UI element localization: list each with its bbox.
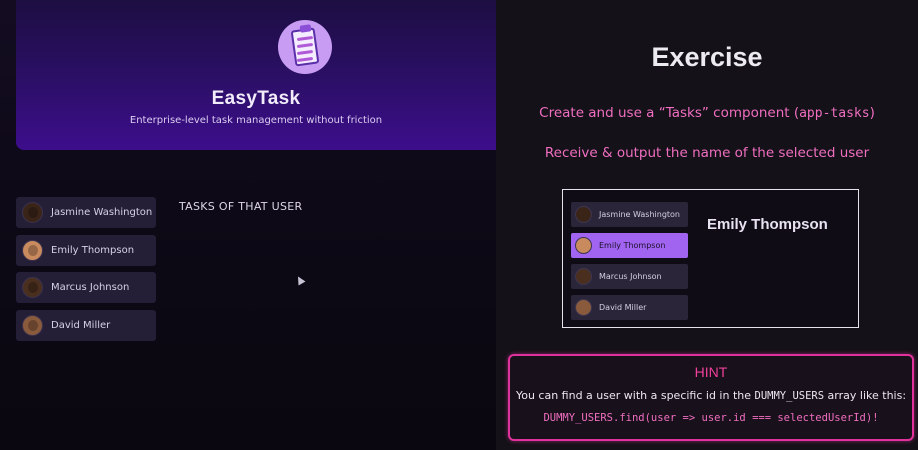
preview-selected-user-name: Emily Thompson <box>707 216 828 233</box>
hint-text: You can find a user with a specific id i… <box>510 389 912 402</box>
tasks-heading: TASKS OF THAT USER <box>179 200 303 213</box>
app-header: EasyTask Enterprise-level task managemen… <box>16 0 496 150</box>
users-list: Jasmine Washington Emily Thompson Marcus… <box>16 197 156 347</box>
expected-result-preview: Jasmine Washington Emily Thompson Marcus… <box>562 189 859 328</box>
user-avatar <box>22 202 43 223</box>
instruction-text: ) <box>869 105 875 121</box>
exercise-instruction-1: Create and use a “Tasks” component (app-… <box>496 105 918 121</box>
user-name: David Miller <box>51 319 111 331</box>
user-avatar <box>575 268 592 285</box>
user-name: Jasmine Washington <box>51 207 153 218</box>
hint-text-part: You can find a user with a specific id i… <box>515 389 755 402</box>
hint-box: HINT You can find a user with a specific… <box>508 354 914 441</box>
preview-user-name: David Miller <box>599 303 647 312</box>
user-name: Marcus Johnson <box>51 282 130 293</box>
user-avatar <box>22 314 43 336</box>
user-name: Emily Thompson <box>51 244 135 256</box>
hint-title: HINT <box>694 364 728 380</box>
clipboard-checklist-icon <box>278 20 332 74</box>
preview-user-item: Jasmine Washington <box>571 202 688 227</box>
preview-user-item-selected: Emily Thompson <box>571 233 688 258</box>
preview-user-item: David Miller <box>571 295 688 320</box>
preview-user-name: Jasmine Washington <box>599 210 680 219</box>
user-item-emily-thompson[interactable]: Emily Thompson <box>16 234 156 266</box>
hint-text-part: array like this: <box>824 389 907 402</box>
user-avatar <box>22 277 43 298</box>
exercise-slide: Exercise Create and use a “Tasks” compon… <box>496 0 918 450</box>
instruction-text: Create and use a “Tasks” component ( <box>539 105 800 121</box>
hint-inline-code: DUMMY_USERS <box>754 390 825 402</box>
user-avatar <box>575 237 592 254</box>
preview-users-list: Jasmine Washington Emily Thompson Marcus… <box>571 202 688 326</box>
user-item-jasmine-washington[interactable]: Jasmine Washington <box>16 197 156 228</box>
user-avatar <box>22 239 43 261</box>
app-pane: EasyTask Enterprise-level task managemen… <box>0 0 496 450</box>
user-item-david-miller[interactable]: David Miller <box>16 309 156 341</box>
hint-code-snippet: DUMMY_USERS.find(user => user.id === sel… <box>543 412 879 424</box>
slide-title: Exercise <box>651 42 763 72</box>
user-item-marcus-johnson[interactable]: Marcus Johnson <box>16 272 156 303</box>
user-avatar <box>575 299 592 316</box>
app-subtitle: Enterprise-level task management without… <box>129 115 383 126</box>
preview-user-item: Marcus Johnson <box>571 264 688 289</box>
user-avatar <box>575 206 592 223</box>
preview-user-name: Marcus Johnson <box>599 272 662 281</box>
component-selector: app-tasks <box>799 106 870 121</box>
app-title: EasyTask <box>211 88 301 109</box>
mouse-cursor-icon <box>294 274 306 286</box>
exercise-instruction-2: Receive & output the name of the selecte… <box>544 145 870 161</box>
preview-user-name: Emily Thompson <box>599 241 666 250</box>
